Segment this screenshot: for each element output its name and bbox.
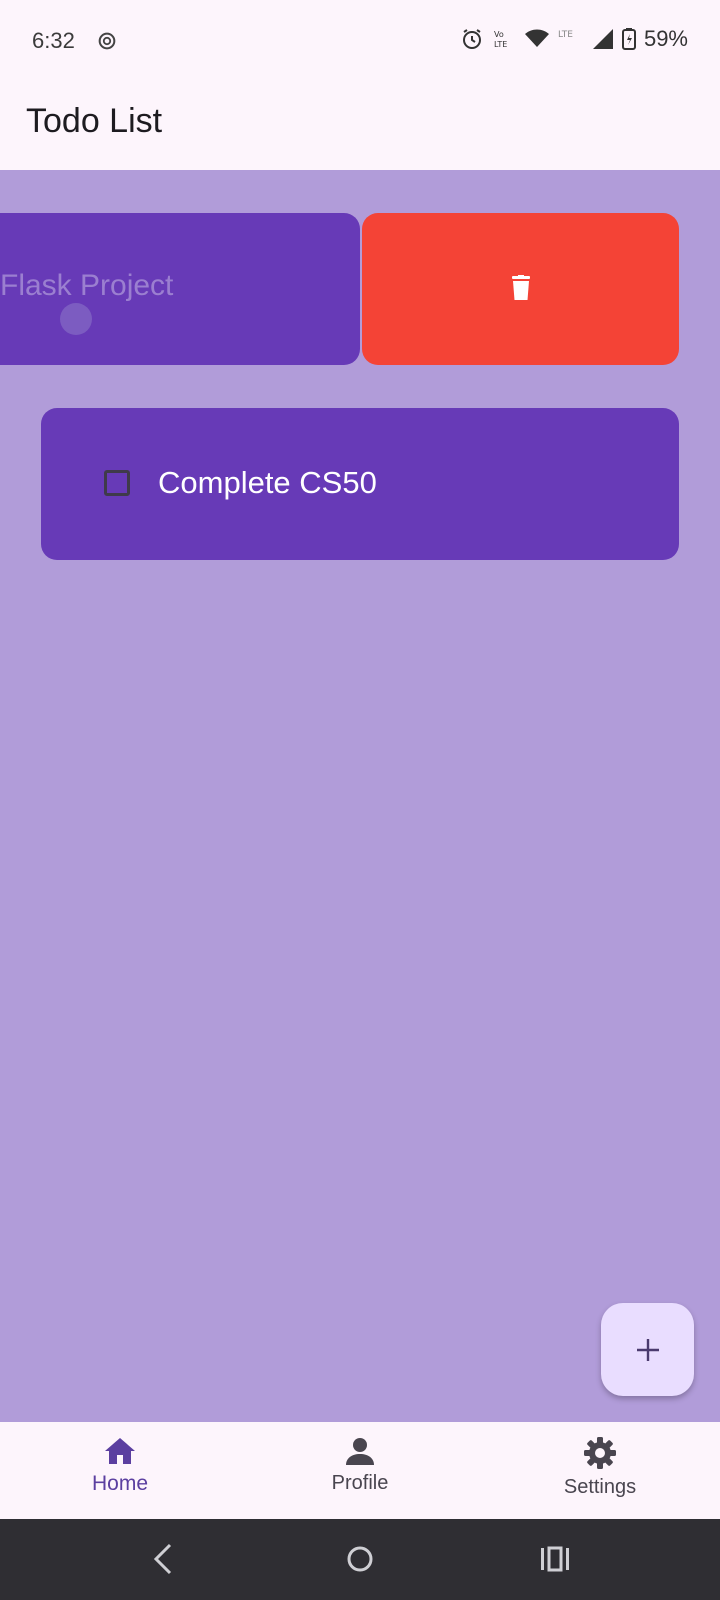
battery-icon <box>621 28 636 50</box>
wifi-icon <box>524 29 549 47</box>
nav-label-settings: Settings <box>563 1476 637 1498</box>
nav-item-profile[interactable]: Profile <box>280 1436 440 1495</box>
svg-text:LTE: LTE <box>558 30 573 40</box>
bottom-navigation: Home Profile Settings <box>0 1422 720 1519</box>
home-icon <box>105 1438 135 1464</box>
todo-text: Complete CS50 <box>158 465 377 500</box>
nav-item-home[interactable]: Home <box>40 1436 200 1496</box>
home-circle-icon[interactable] <box>346 1541 374 1577</box>
todo-text: Flask Project <box>0 269 174 302</box>
settings-status-icon <box>98 32 116 50</box>
status-time: 6:32 <box>32 28 75 53</box>
lte-icon: LTE <box>558 30 573 40</box>
back-icon[interactable] <box>150 1541 176 1577</box>
nav-label-home: Home <box>91 1472 149 1495</box>
volte-icon: Vo LTE <box>494 30 507 49</box>
plus-icon <box>636 1338 659 1361</box>
nav-item-settings[interactable]: Settings <box>520 1436 680 1499</box>
nav-label-profile: Profile <box>331 1472 389 1494</box>
todo-item[interactable]: Flask Project <box>0 213 360 365</box>
system-navigation-bar <box>0 1519 720 1600</box>
add-todo-button[interactable] <box>601 1303 694 1396</box>
delete-swipe-background[interactable] <box>362 213 679 365</box>
svg-text:LTE: LTE <box>494 40 507 49</box>
app-bar: Todo List <box>0 84 720 170</box>
screen: 6:32 Vo LTE LTE 59% Todo List Flask Proj… <box>0 0 720 1600</box>
signal-icon <box>592 29 613 49</box>
svg-text:Vo: Vo <box>494 30 504 39</box>
person-icon <box>346 1438 374 1465</box>
touch-ripple <box>60 303 92 335</box>
battery-percentage: 59% <box>643 26 688 51</box>
status-icons: Vo LTE LTE 59% <box>460 26 688 52</box>
settings-icon <box>584 1437 616 1469</box>
alarm-icon <box>462 29 481 49</box>
delete-icon <box>512 275 530 300</box>
page-title: Todo List <box>26 102 163 140</box>
status-bar: 6:32 Vo LTE LTE 59% <box>0 0 720 84</box>
recents-icon[interactable] <box>540 1541 570 1577</box>
todo-checkbox[interactable] <box>104 470 130 496</box>
todo-item[interactable]: Complete CS50 <box>41 408 679 560</box>
